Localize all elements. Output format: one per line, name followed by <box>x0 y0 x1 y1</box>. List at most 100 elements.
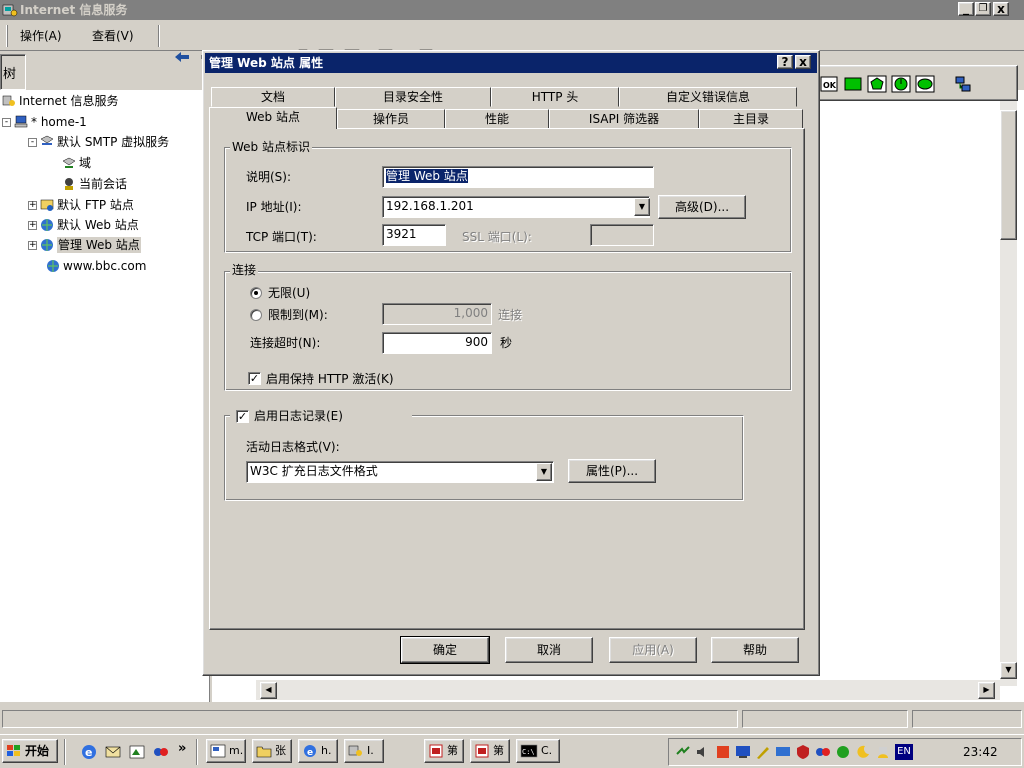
messenger-quicklaunch-icon[interactable] <box>152 743 170 761</box>
tree-item-default-web[interactable]: + 默认 Web 站点 <box>28 217 139 233</box>
description-label: 说明(S): <box>246 170 292 184</box>
user-tray-icon[interactable] <box>875 744 891 760</box>
app-tray-icon[interactable] <box>715 744 731 760</box>
tree-expander[interactable]: - <box>28 137 37 147</box>
limited-label[interactable]: 限制到(M): <box>268 307 328 323</box>
tree-item-sessions[interactable]: 当前会话 <box>62 176 127 192</box>
tab-custom-errors[interactable]: 自定义错误信息 <box>619 87 797 107</box>
unlimited-label[interactable]: 无限(U) <box>268 285 310 301</box>
back-arrow-icon[interactable] <box>172 47 192 67</box>
quicklaunch-chevron[interactable]: » <box>178 741 186 756</box>
pen-tray-icon[interactable] <box>755 744 771 760</box>
tcp-port-field[interactable]: 3921 <box>382 224 446 246</box>
cancel-button[interactable]: 取消 <box>505 637 593 663</box>
task-button[interactable]: C:\ C. <box>516 739 560 763</box>
ip-dropdown-button[interactable]: ▼ <box>634 198 650 216</box>
close-button[interactable]: x <box>993 2 1009 16</box>
logging-label[interactable]: 启用日志记录(E) <box>254 408 343 424</box>
desktop-quicklaunch-icon[interactable] <box>128 743 146 761</box>
ssl-port-field[interactable] <box>590 224 654 246</box>
start-button[interactable]: 开始 <box>2 739 58 763</box>
folder-icon <box>256 746 272 758</box>
tree-expander[interactable]: + <box>28 200 37 210</box>
green-hexagon-icon[interactable] <box>867 74 887 94</box>
description-field[interactable]: 管理 Web 站点 <box>382 166 654 188</box>
advanced-button[interactable]: 高级(D)... <box>658 195 746 219</box>
menu-action[interactable]: 操作(A) <box>20 27 62 45</box>
ok-button[interactable]: 确定 <box>400 636 490 664</box>
dialog-close-button[interactable]: x <box>795 55 811 69</box>
shield-tray-icon[interactable] <box>795 744 811 760</box>
ip-address-field[interactable]: 192.168.1.201 <box>382 196 650 218</box>
network-icon[interactable] <box>953 74 973 94</box>
scroll-right-button[interactable]: ▶ <box>978 682 995 699</box>
apply-button[interactable]: 应用(A) <box>609 637 697 663</box>
restore-button[interactable]: ❐ <box>975 2 991 16</box>
language-indicator[interactable]: EN <box>895 744 913 760</box>
keepalive-checkbox[interactable]: ✓ <box>248 372 261 385</box>
clock[interactable]: 23:42 <box>963 745 998 759</box>
messenger-tray-icon[interactable] <box>815 744 831 760</box>
ok-icon[interactable]: OK <box>819 74 839 94</box>
log-format-dropdown-button[interactable]: ▼ <box>536 463 552 481</box>
tree-item-domain[interactable]: 域 <box>62 155 91 171</box>
main-title-bar[interactable]: Internet 信息服务 _ ❐ x <box>0 0 1024 20</box>
scrollbar-thumb[interactable] <box>1000 110 1017 240</box>
tab-directory-security[interactable]: 目录安全性 <box>335 87 491 107</box>
dialog-help-button[interactable]: ? <box>777 55 793 69</box>
tree-item-admin-web[interactable]: + 管理 Web 站点 <box>28 237 141 253</box>
volume-tray-icon[interactable] <box>695 744 711 760</box>
limited-connections-field[interactable]: 1,000 <box>382 303 492 325</box>
green-ellipse-icon[interactable] <box>915 74 935 94</box>
tab-web-site[interactable]: Web 站点 <box>209 107 337 129</box>
tab-home-directory[interactable]: 主目录 <box>699 109 803 129</box>
logging-group <box>224 415 744 501</box>
web-site-icon <box>47 260 59 272</box>
qq-tray-icon[interactable] <box>835 744 851 760</box>
unlimited-radio[interactable] <box>250 287 262 299</box>
tree-expander[interactable]: + <box>28 220 37 230</box>
help-button[interactable]: 帮助 <box>711 637 799 663</box>
network-tray-icon[interactable] <box>675 744 691 760</box>
scroll-down-button[interactable]: ▼ <box>1000 662 1017 679</box>
log-properties-button[interactable]: 属性(P)... <box>568 459 656 483</box>
log-format-label: 活动日志格式(V): <box>246 440 340 454</box>
log-format-field[interactable]: W3C 扩充日志文件格式 <box>246 461 554 483</box>
horizontal-scrollbar[interactable]: ◀ ▶ <box>256 680 1000 700</box>
outlook-quicklaunch-icon[interactable] <box>104 743 122 761</box>
dialog-title-bar[interactable]: 管理 Web 站点 属性 ? x <box>205 53 817 73</box>
task-button[interactable]: m. <box>206 739 246 763</box>
task-button[interactable]: e h. <box>298 739 338 763</box>
keepalive-label[interactable]: 启用保持 HTTP 激活(K) <box>266 371 394 387</box>
task-button[interactable]: 张 <box>252 739 292 763</box>
tree-item-ftp[interactable]: + 默认 FTP 站点 <box>28 197 134 213</box>
web-site-icon <box>41 219 53 231</box>
moon-tray-icon[interactable] <box>855 744 871 760</box>
task-button[interactable]: 第 <box>424 739 464 763</box>
logging-checkbox[interactable]: ✓ <box>236 410 249 423</box>
minimize-button[interactable]: _ <box>958 2 974 16</box>
tab-operators[interactable]: 操作员 <box>337 109 445 129</box>
tree-item-iis[interactable]: Internet 信息服务 <box>2 93 118 109</box>
menu-view[interactable]: 查看(V) <box>92 27 134 45</box>
ie-quicklaunch-icon[interactable]: e <box>80 743 98 761</box>
tab-http-headers[interactable]: HTTP 头 <box>491 87 619 107</box>
tree-item-bbc[interactable]: www.bbc.com <box>46 258 146 274</box>
tab-performance[interactable]: 性能 <box>445 109 549 129</box>
task-button[interactable]: I. <box>344 739 384 763</box>
green-clock-icon[interactable] <box>891 74 911 94</box>
vertical-scrollbar[interactable]: ▼ <box>1000 90 1017 686</box>
limited-radio[interactable] <box>250 309 262 321</box>
tab-documents[interactable]: 文档 <box>211 87 335 107</box>
chat-tray-icon[interactable] <box>775 744 791 760</box>
tree-item-home1[interactable]: - * home-1 <box>2 114 87 130</box>
scroll-left-button[interactable]: ◀ <box>260 682 277 699</box>
monitor-tray-icon[interactable] <box>735 744 751 760</box>
tab-isapi-filters[interactable]: ISAPI 筛选器 <box>549 109 699 129</box>
green-rect-icon[interactable] <box>843 74 863 94</box>
task-button[interactable]: 第 <box>470 739 510 763</box>
tree-expander[interactable]: + <box>28 240 37 250</box>
tree-expander[interactable]: - <box>2 117 11 127</box>
timeout-field[interactable]: 900 <box>382 332 492 354</box>
tree-item-smtp[interactable]: - 默认 SMTP 虚拟服务 <box>28 134 169 150</box>
